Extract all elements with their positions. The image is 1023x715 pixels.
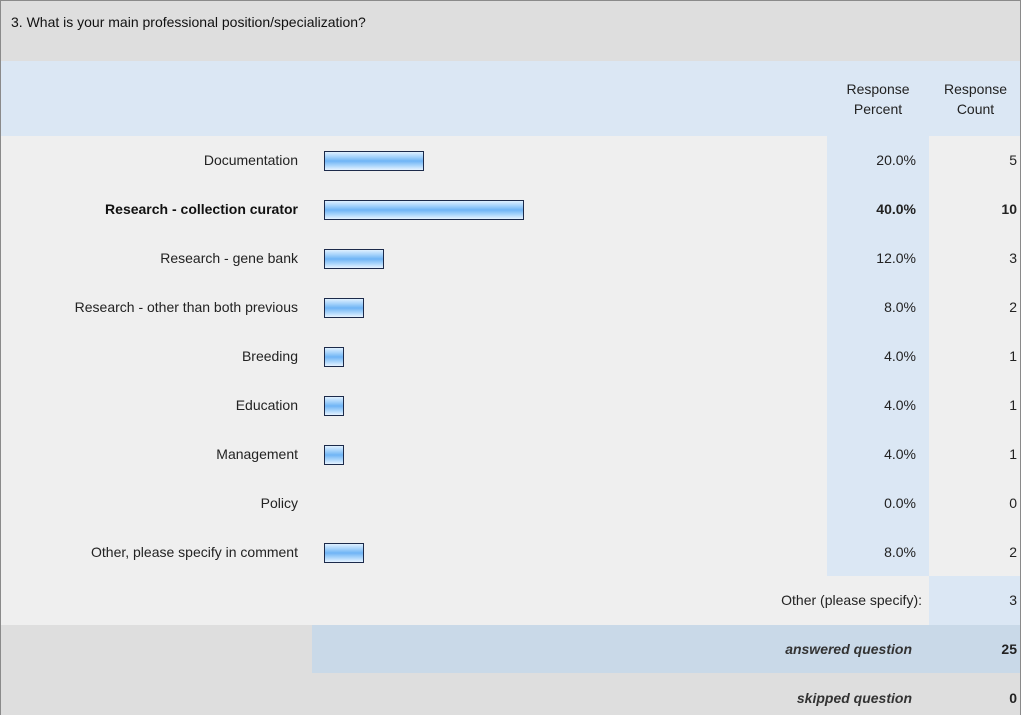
category-label: Other, please specify in comment [91,544,298,560]
response-count: 1 [1009,446,1017,462]
response-count: 1 [1009,348,1017,364]
response-count: 2 [1009,544,1017,560]
category-label: Research - collection curator [105,201,298,217]
question-title: 3. What is your main professional positi… [1,1,1020,61]
bar [324,200,524,220]
category-label: Policy [260,495,298,511]
skipped-value: 0 [1009,690,1017,706]
response-count: 1 [1009,397,1017,413]
response-count: 0 [1009,495,1017,511]
survey-question-panel: 3. What is your main professional positi… [0,0,1021,715]
bar [324,249,384,269]
other-specify-label[interactable]: Other (please specify): [781,592,922,608]
category-label: Breeding [241,348,298,364]
bar [324,347,344,367]
skipped-label: skipped question [796,690,912,706]
other-specify-count-bg [929,576,1020,625]
response-percent: 4.0% [884,397,916,413]
response-count: 2 [1009,299,1017,315]
bar [324,396,344,416]
category-label: Research - other than both previous [74,299,298,315]
response-percent: 20.0% [876,152,916,168]
category-label: Education [235,397,298,413]
answered-label: answered question [785,641,912,657]
bar [324,543,364,563]
response-count: 5 [1009,152,1017,168]
response-percent-header: Response Percent [846,81,910,117]
response-count: 10 [1001,201,1017,217]
other-specify-count: 3 [1009,592,1017,608]
response-percent: 40.0% [876,201,916,217]
response-percent: 4.0% [884,446,916,462]
bar [324,151,424,171]
response-percent: 8.0% [884,544,916,560]
response-percent: 4.0% [884,348,916,364]
response-count: 3 [1009,250,1017,266]
answered-value: 25 [1001,641,1017,657]
category-label: Documentation [203,152,298,168]
bar [324,445,344,465]
bar [324,298,364,318]
response-percent: 12.0% [876,250,916,266]
category-label: Management [216,446,298,462]
response-percent: 8.0% [884,299,916,315]
response-count-header: Response Count [943,81,1008,117]
category-label: Research - gene bank [160,250,298,266]
response-percent: 0.0% [884,495,916,511]
